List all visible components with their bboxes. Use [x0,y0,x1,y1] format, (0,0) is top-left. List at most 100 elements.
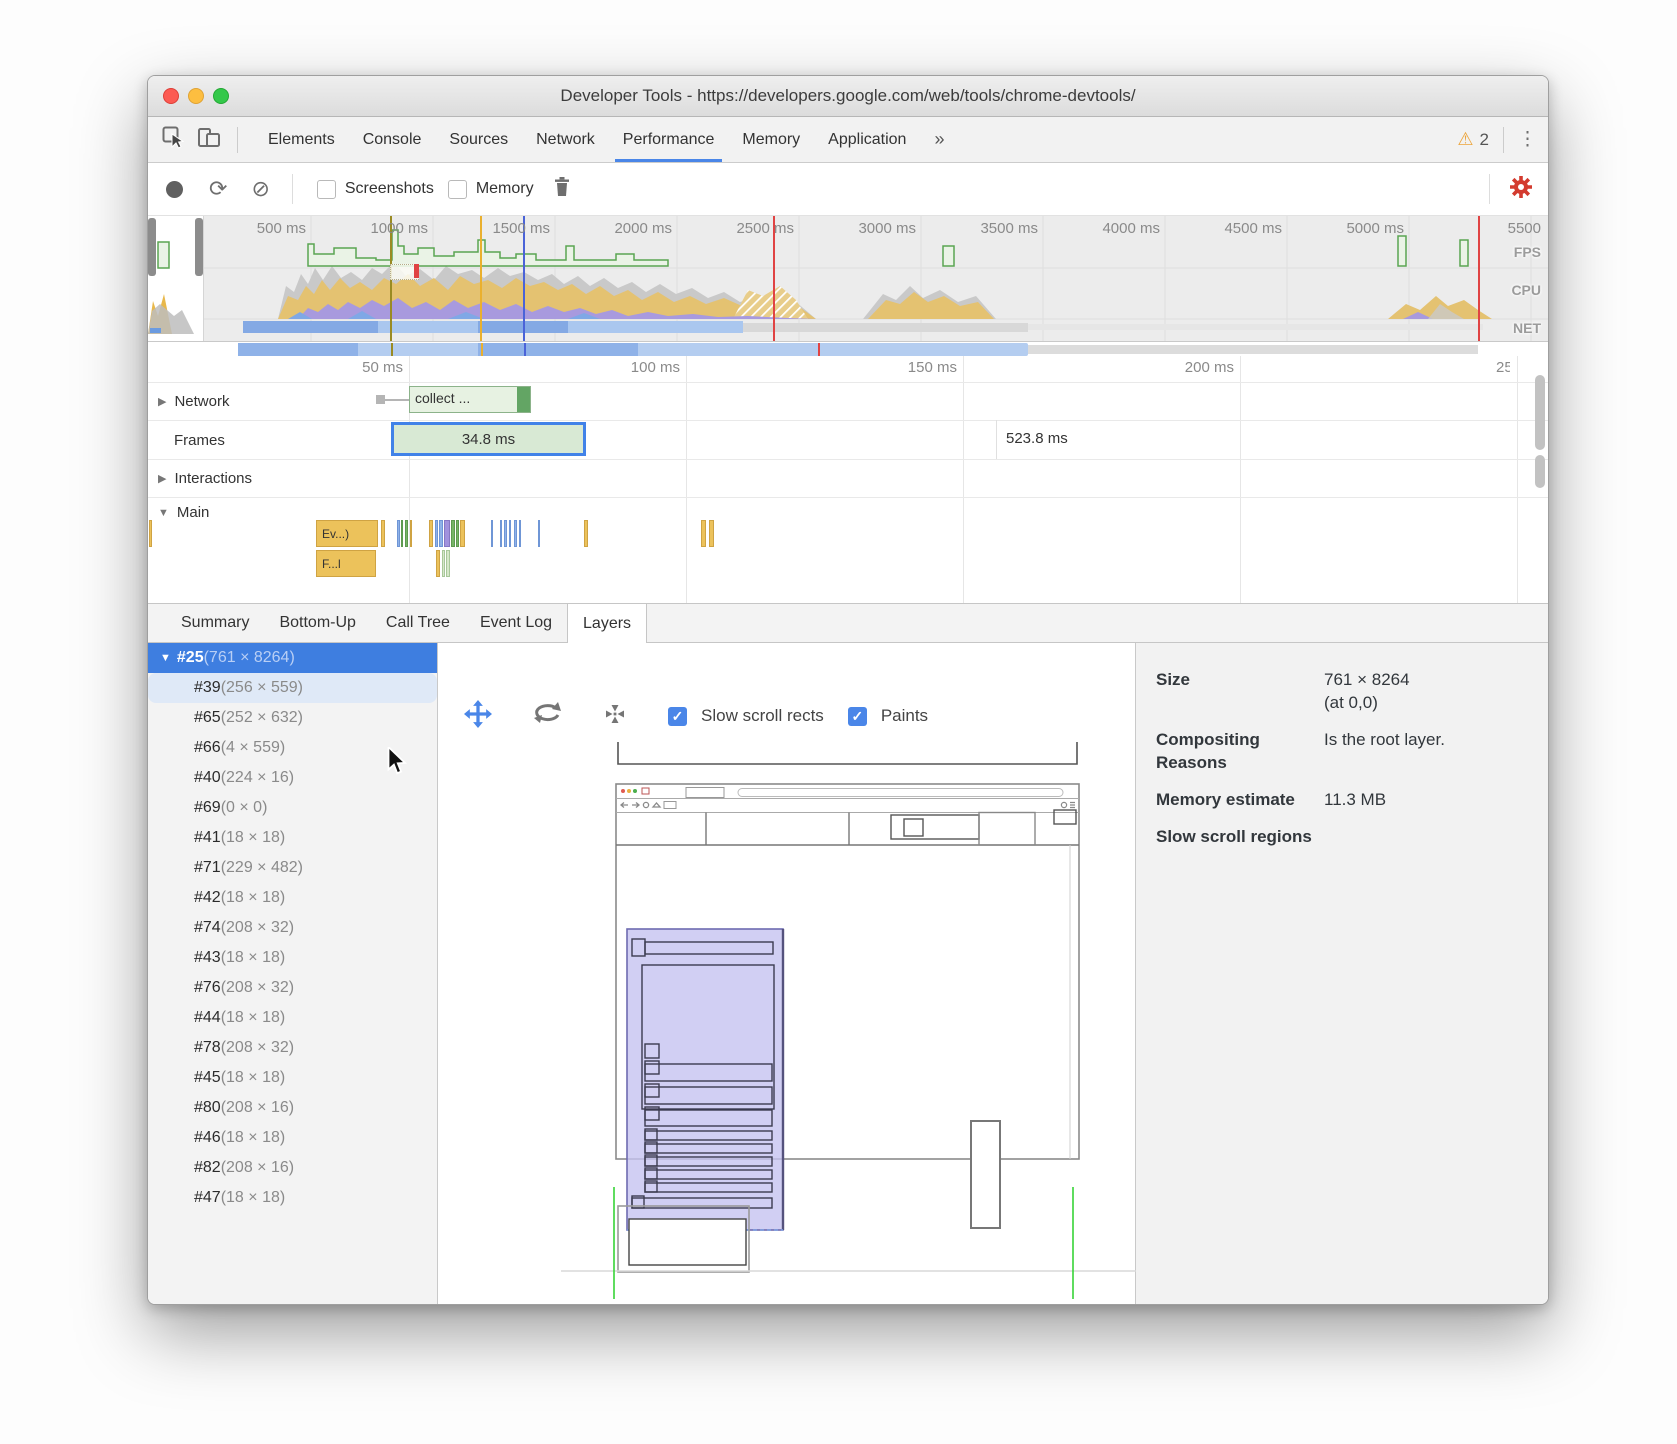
flame-bar[interactable] [451,520,455,547]
flame-bar[interactable] [709,520,714,547]
layer-row[interactable]: #82(208 × 16) [148,1153,437,1183]
interactions-track-label[interactable]: ▶Interactions [158,470,252,487]
layer-row[interactable]: #65(252 × 632) [148,703,437,733]
drawer-tab-event-log[interactable]: Event Log [465,604,567,642]
paints-checkbox[interactable]: ✓ [848,707,867,726]
flame-bar[interactable] [436,550,440,577]
drawer-tab-call-tree[interactable]: Call Tree [371,604,465,642]
layer-row[interactable]: #78(208 × 32) [148,1033,437,1063]
compositing-value: Is the root layer. [1324,729,1445,775]
drawer-tab-bottom-up[interactable]: Bottom-Up [264,604,370,642]
flame-bar[interactable] [460,520,465,547]
layer-row[interactable]: #76(208 × 32) [148,973,437,1003]
layer-id: #65 [194,709,221,727]
main-track-label[interactable]: ▼Main [158,504,209,521]
layer-row[interactable]: #74(208 × 32) [148,913,437,943]
layer-dimensions: (208 × 32) [221,979,294,997]
layer-row[interactable]: #69(0 × 0) [148,793,437,823]
timeline-overview[interactable]: 500 ms1000 ms1500 ms2000 ms2500 ms3000 m… [148,216,1548,342]
tab-network[interactable]: Network [522,117,609,162]
flame-bar[interactable] [410,520,412,547]
range-handle-left[interactable] [148,218,156,276]
ruler-tick: 150 ms [908,359,957,376]
flame-bar[interactable] [538,520,540,547]
flame-bar[interactable] [405,520,408,547]
frames-track-label[interactable]: Frames [174,432,225,449]
network-track-label[interactable]: ▶Network [158,393,229,410]
flame-bar[interactable] [514,520,517,547]
tab-performance[interactable]: Performance [609,117,729,162]
memory-label: Memory estimate [1156,789,1324,812]
layer-row[interactable]: ▼#25(761 × 8264) [148,643,437,673]
flame-bar[interactable] [446,550,450,577]
flame-bar[interactable] [149,520,152,547]
layer-row[interactable]: #71(229 × 482) [148,853,437,883]
slow-scroll-rects-checkbox[interactable]: ✓ [668,707,687,726]
flame-bar[interactable] [439,520,443,547]
expander-icon[interactable]: ▼ [160,652,171,664]
trash-icon[interactable] [552,176,572,203]
flame-bar[interactable] [435,520,438,547]
function-block[interactable]: F...l [316,550,376,577]
network-request-bar[interactable]: collect ... [409,386,531,413]
console-warnings-badge[interactable]: ⚠ 2 [1457,129,1489,150]
pan-mode-icon[interactable] [464,700,492,733]
device-toolbar-icon[interactable] [197,126,221,154]
layer-row[interactable]: #80(208 × 16) [148,1093,437,1123]
flame-bar[interactable] [429,520,433,547]
tab-application[interactable]: Application [814,117,920,162]
flame-bar[interactable] [456,520,459,547]
tracks-scrollbar-thumb[interactable] [1535,375,1545,450]
tab-console[interactable]: Console [349,117,436,162]
record-button[interactable] [166,181,183,198]
more-tabs-button[interactable]: » [920,129,958,150]
flame-bar[interactable] [381,520,385,547]
clear-recording-button[interactable]: ⊘ [251,178,269,200]
memory-checkbox[interactable] [448,180,467,199]
tracks-scrollbar-thumb[interactable] [1535,455,1545,488]
reload-and-profile-button[interactable]: ⟳ [209,178,227,200]
flame-bar[interactable] [442,550,445,577]
inspect-element-icon[interactable] [162,126,185,154]
drawer-tab-summary[interactable]: Summary [166,604,264,642]
layer-row[interactable]: #43(18 × 18) [148,943,437,973]
layer-row[interactable]: #42(18 × 18) [148,883,437,913]
flame-bar[interactable] [584,520,588,547]
flame-bar[interactable] [397,520,400,547]
range-handle-right[interactable] [195,218,203,276]
layer-row[interactable]: #47(18 × 18) [148,1183,437,1213]
tab-sources[interactable]: Sources [435,117,522,162]
layer-row[interactable]: #45(18 × 18) [148,1063,437,1093]
layer-row[interactable]: #44(18 × 18) [148,1003,437,1033]
selected-frame[interactable]: 34.8 ms [391,422,586,456]
flame-bar[interactable] [491,520,493,547]
rotate-mode-icon[interactable] [532,701,562,732]
event-block[interactable]: Ev...) [316,520,378,547]
reset-view-icon[interactable] [602,701,628,732]
timeline-tracks[interactable]: 50 ms100 ms150 ms200 ms250 ms ▶Network c… [148,342,1548,603]
drawer-tab-layers[interactable]: Layers [567,604,647,643]
flame-bar[interactable] [444,520,450,547]
layers-panel: ▼#25(761 × 8264)#39(256 × 559)#65(252 × … [148,643,1548,1304]
tab-memory[interactable]: Memory [728,117,814,162]
tab-elements[interactable]: Elements [254,117,349,162]
layer-row[interactable]: #46(18 × 18) [148,1123,437,1153]
screenshots-checkbox[interactable] [317,180,336,199]
layer-id: #25 [177,649,204,667]
overview-tick: 1500 ms [492,220,550,237]
flame-bar[interactable] [509,520,511,547]
flame-bar[interactable] [504,520,507,547]
flame-bar[interactable] [500,520,502,547]
kebab-menu-button[interactable]: ⋮ [1518,137,1534,143]
layer-dimensions: (18 × 18) [221,1069,285,1087]
layer-dimensions: (224 × 16) [221,769,294,787]
layer-tree[interactable]: ▼#25(761 × 8264)#39(256 × 559)#65(252 × … [148,643,438,1304]
layers-canvas[interactable] [438,737,1135,1305]
flame-bar[interactable] [401,520,403,547]
flame-bar[interactable] [519,520,521,547]
layer-row[interactable]: #41(18 × 18) [148,823,437,853]
layers-wireframe [438,737,1136,1305]
flame-bar[interactable] [701,520,706,547]
layer-row[interactable]: #39(256 × 559) [148,673,437,703]
settings-gear-icon[interactable] [1508,174,1534,205]
